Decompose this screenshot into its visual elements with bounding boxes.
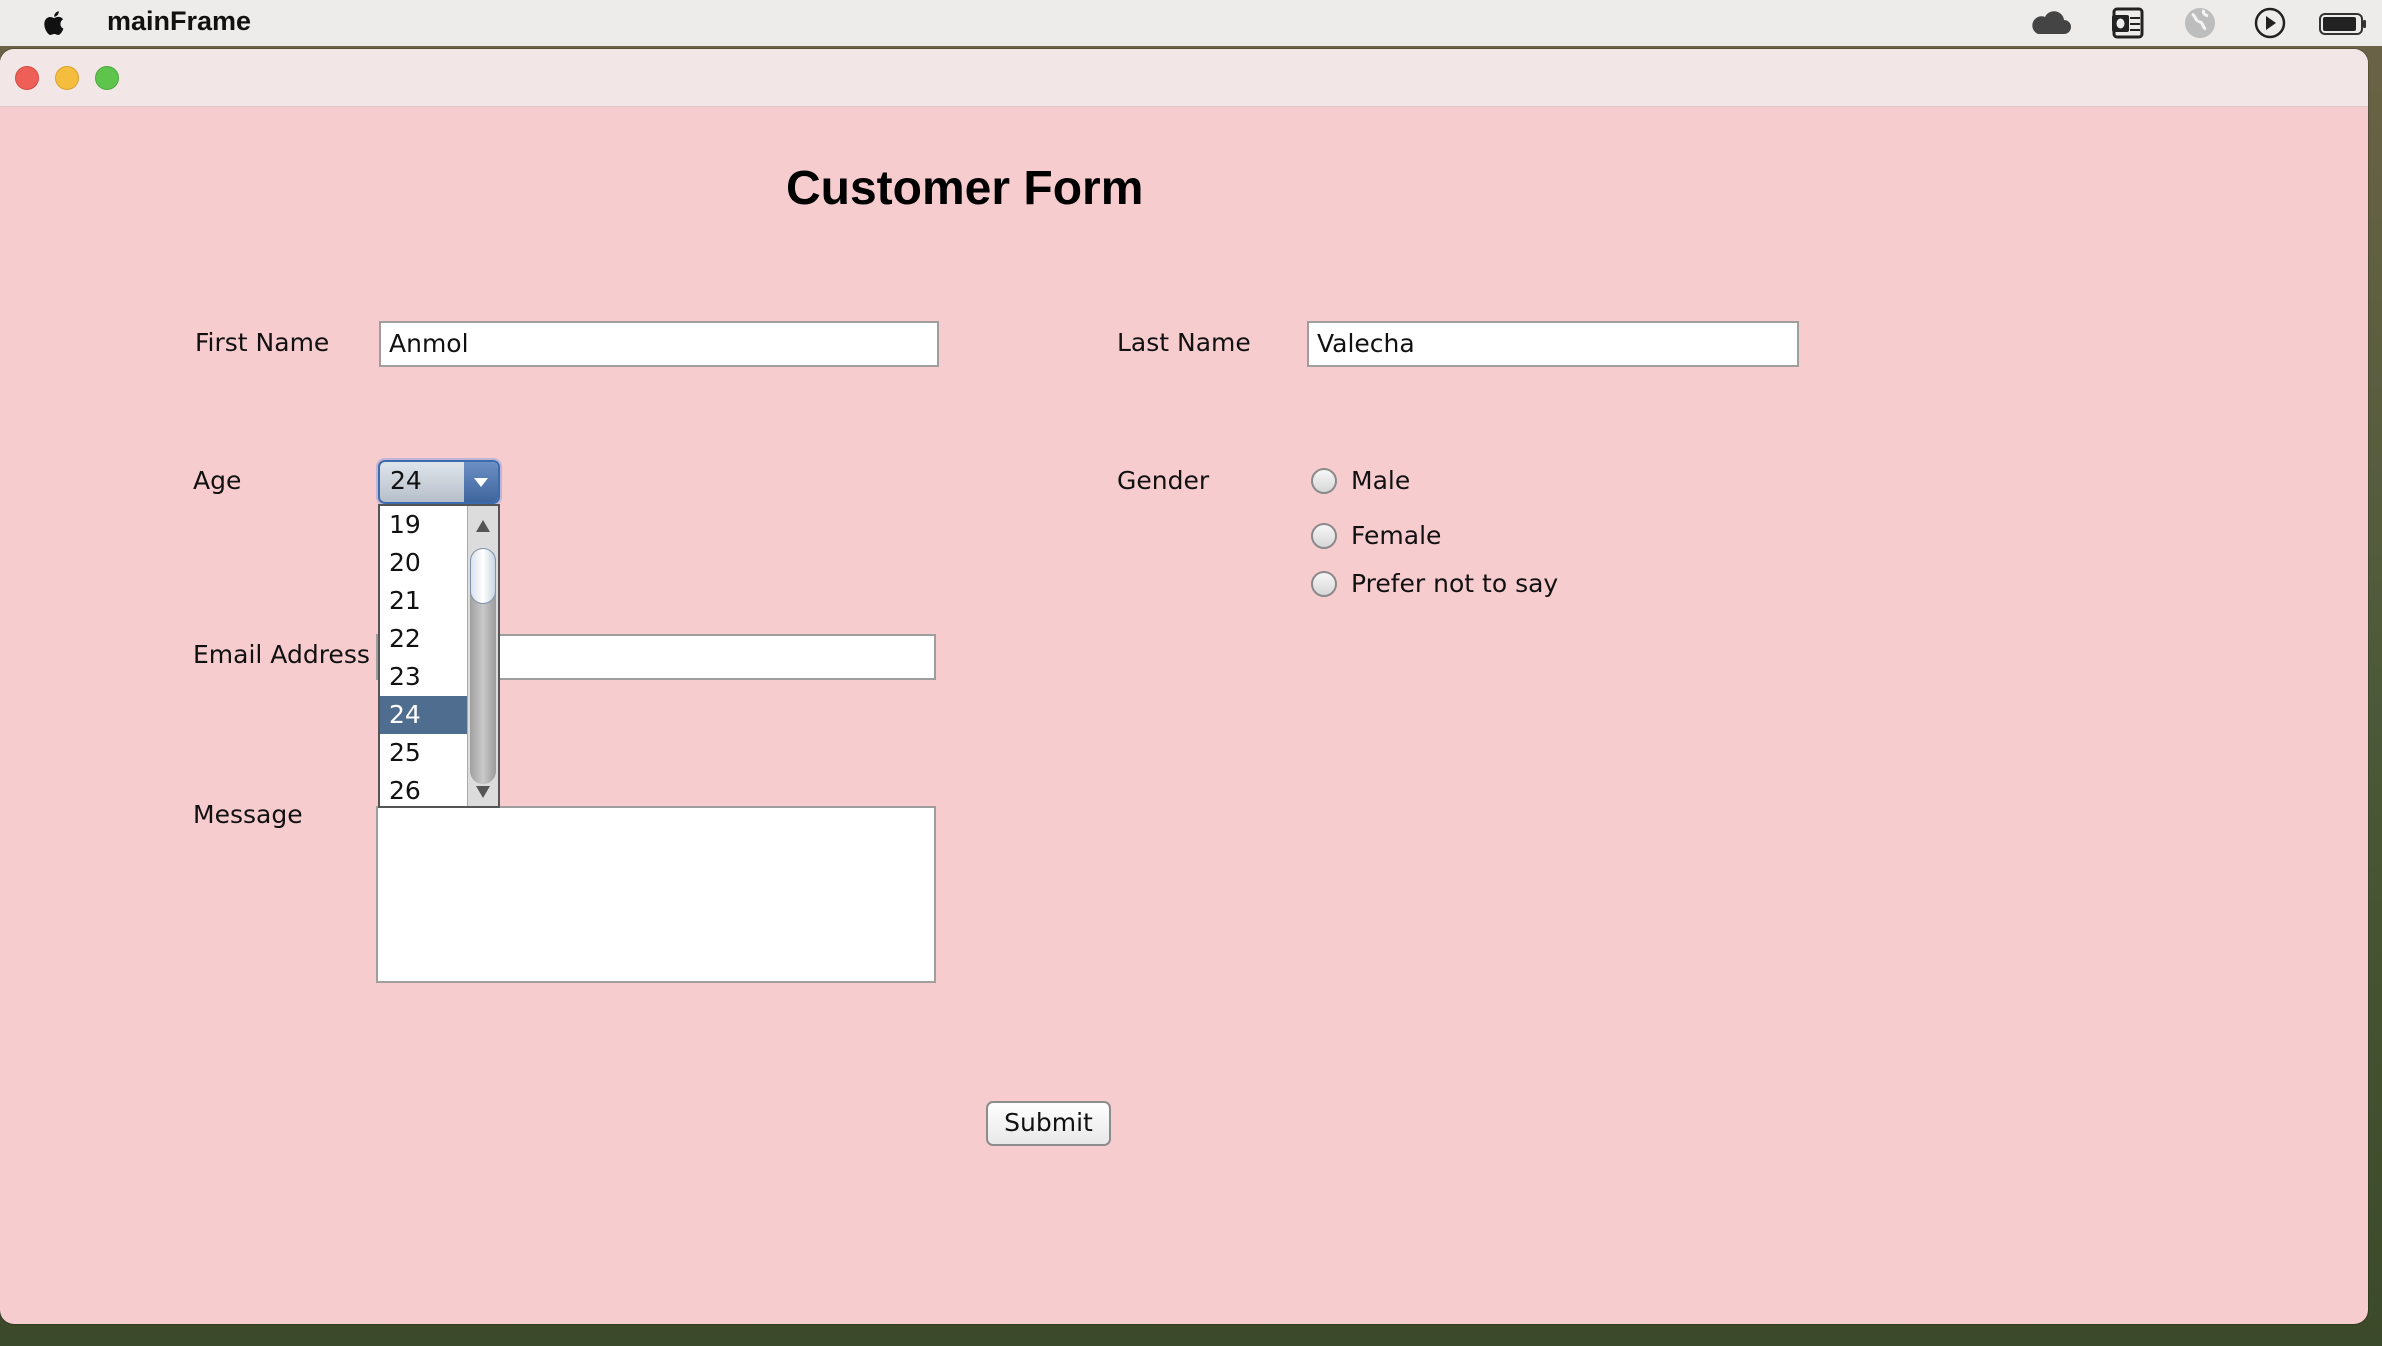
submit-button[interactable]: Submit xyxy=(986,1101,1111,1146)
play-icon[interactable] xyxy=(2253,6,2287,40)
age-option[interactable]: 22 xyxy=(380,620,468,658)
first-name-input[interactable]: Anmol xyxy=(379,321,939,367)
main-window: Customer Form First Name Anmol Last Name… xyxy=(0,49,2368,1324)
globe-icon[interactable] xyxy=(2182,6,2218,40)
age-combo-box[interactable]: 24 xyxy=(378,460,500,504)
menu-bar: mainFrame xyxy=(0,0,2382,46)
scrollbar-thumb[interactable] xyxy=(470,548,496,604)
age-option[interactable]: 20 xyxy=(380,544,468,582)
age-option[interactable]: 23 xyxy=(380,658,468,696)
email-label: Email Address xyxy=(193,640,370,669)
gender-female-radio[interactable] xyxy=(1311,523,1337,549)
battery-icon xyxy=(2319,13,2366,35)
apple-icon[interactable] xyxy=(40,8,70,38)
dropdown-scrollbar[interactable] xyxy=(467,506,498,806)
message-textarea[interactable] xyxy=(376,806,936,983)
age-option-selected[interactable]: 24 xyxy=(380,696,468,734)
last-name-label: Last Name xyxy=(1117,328,1251,357)
first-name-label: First Name xyxy=(195,328,330,357)
gender-male-label[interactable]: Male xyxy=(1351,466,1410,495)
gender-label: Gender xyxy=(1117,466,1210,495)
cloud-icon[interactable] xyxy=(2028,6,2072,40)
chevron-down-icon[interactable] xyxy=(464,462,498,502)
scroll-up-arrow-icon[interactable] xyxy=(476,520,490,532)
age-option[interactable]: 21 xyxy=(380,582,468,620)
age-option[interactable]: 26 xyxy=(380,772,468,806)
age-dropdown-list[interactable]: 19 20 21 22 23 24 25 26 xyxy=(378,504,500,808)
age-label: Age xyxy=(193,466,242,495)
gender-female-label[interactable]: Female xyxy=(1351,521,1441,550)
form-title: Customer Form xyxy=(786,162,1144,215)
minimize-window-button[interactable] xyxy=(55,66,79,90)
last-name-input[interactable]: Valecha xyxy=(1307,321,1799,367)
age-combo-value: 24 xyxy=(390,466,422,495)
age-option[interactable]: 25 xyxy=(380,734,468,772)
gender-male-radio[interactable] xyxy=(1311,468,1337,494)
app-name[interactable]: mainFrame xyxy=(107,6,251,37)
maximize-window-button[interactable] xyxy=(95,66,119,90)
close-window-button[interactable] xyxy=(15,66,39,90)
outlook-icon[interactable] xyxy=(2110,6,2146,40)
age-option[interactable]: 19 xyxy=(380,506,468,544)
gender-prefer-not-radio[interactable] xyxy=(1311,571,1337,597)
gender-prefer-not-label[interactable]: Prefer not to say xyxy=(1351,569,1558,598)
scroll-down-arrow-icon[interactable] xyxy=(476,786,490,798)
message-label: Message xyxy=(193,800,303,829)
window-titlebar[interactable] xyxy=(0,49,2368,107)
